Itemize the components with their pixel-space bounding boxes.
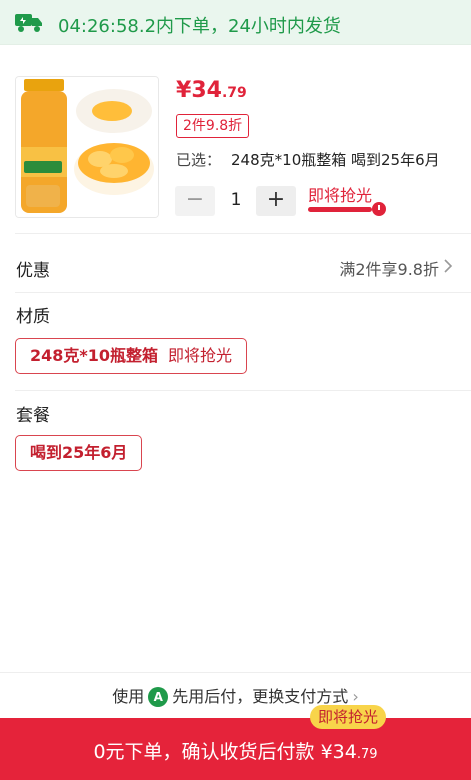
order-button-label: 0元下单，确认收货后付款 ¥34.79: [0, 737, 471, 764]
material-title: 材质: [16, 307, 50, 327]
quantity-value: 1: [230, 190, 242, 210]
order-price-decimal: .79: [356, 747, 378, 762]
product-summary: ¥34.79 2件9.8折 已选： 248克*10瓶整箱 喝到25年6月 − 1 …: [0, 62, 471, 227]
product-illustration: [16, 77, 158, 217]
truck-icon: [15, 14, 42, 32]
promo-value[interactable]: 满2件享9.8折: [339, 256, 439, 280]
chevron-right-icon: ›: [352, 687, 359, 706]
shipping-notice-bar: 04:26:58.2内下单，24小时内发货: [0, 0, 471, 45]
clock-icon: [372, 202, 386, 216]
increase-quantity-button[interactable]: +: [256, 186, 296, 216]
order-button-text: 0元下单，确认收货后付款: [93, 741, 321, 763]
stock-warning-text: 即将抢光: [308, 186, 373, 205]
price-main: 34: [191, 78, 222, 103]
order-price-currency: ¥: [320, 741, 333, 763]
shipping-notice-text: 04:26:58.2内下单，24小时内发货: [58, 16, 341, 37]
material-option-label: 248克*10瓶整箱: [30, 346, 159, 365]
order-price-main: 34: [332, 741, 357, 763]
divider: [15, 233, 471, 234]
selected-value: 248克*10瓶整箱 喝到25年6月: [231, 151, 440, 169]
stock-progress-bar: [308, 207, 372, 212]
order-stock-badge: 即将抢光: [310, 705, 387, 729]
product-price: ¥34.79: [176, 78, 247, 103]
pay-later-icon: A: [148, 686, 169, 707]
price-currency: ¥: [176, 78, 192, 103]
order-button[interactable]: 0元下单，确认收货后付款 ¥34.79: [0, 718, 471, 780]
material-option-selected[interactable]: 248克*10瓶整箱 即将抢光: [15, 338, 248, 374]
footer-divider: [0, 672, 471, 673]
material-option-sub: 即将抢光: [168, 346, 233, 365]
discount-badge: 2件9.8折: [176, 114, 250, 138]
decrease-quantity-button[interactable]: −: [175, 186, 215, 216]
divider: [15, 390, 471, 391]
chevron-right-icon[interactable]: [440, 258, 456, 274]
payment-method-row[interactable]: 使用 A 先用后付，更换支付方式 ›: [0, 683, 471, 709]
payment-prefix: 使用: [112, 687, 145, 706]
price-decimal: .79: [221, 85, 247, 101]
selected-label: 已选：: [176, 151, 222, 169]
package-option-selected[interactable]: 喝到25年6月: [15, 435, 143, 471]
promo-title: 优惠: [16, 261, 50, 281]
divider: [15, 292, 471, 293]
package-title: 套餐: [16, 406, 50, 426]
product-image[interactable]: [15, 76, 159, 218]
selected-spec: 已选： 248克*10瓶整箱 喝到25年6月: [176, 149, 440, 170]
package-option-label: 喝到25年6月: [30, 443, 128, 462]
payment-text: 先用后付，更换支付方式: [172, 687, 349, 706]
